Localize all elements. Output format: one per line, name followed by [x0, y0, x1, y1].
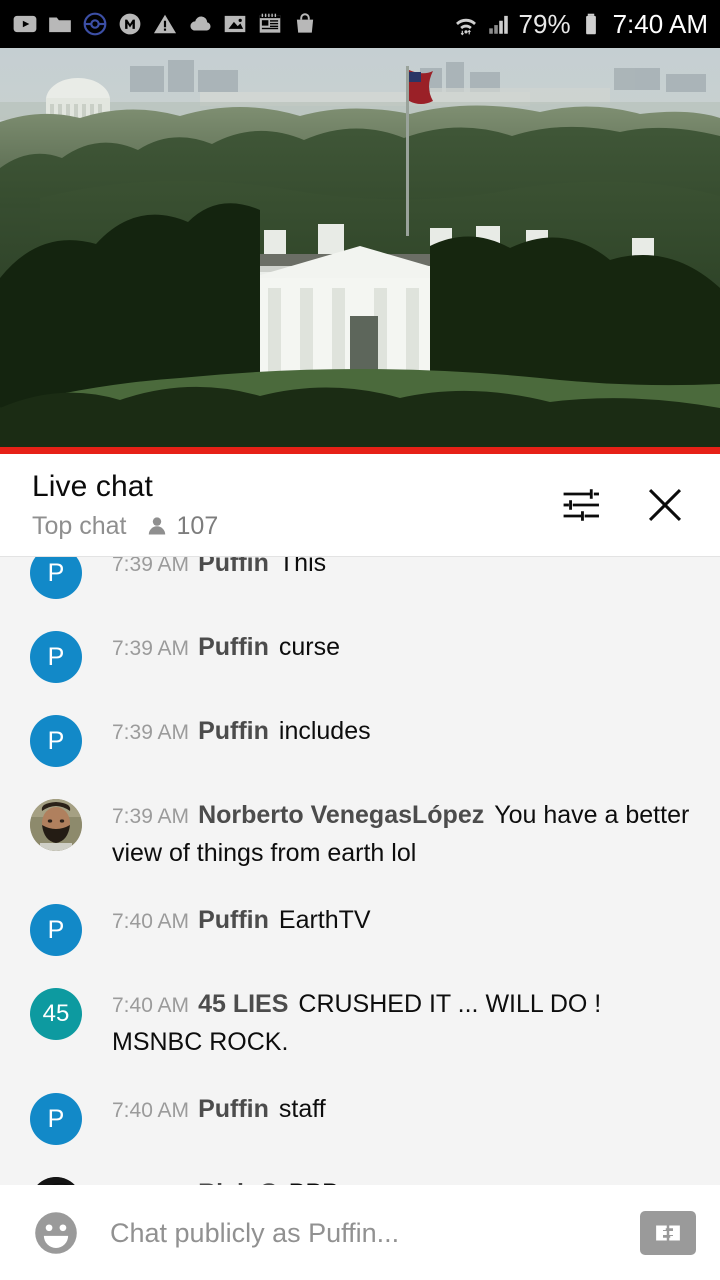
avatar[interactable]: P [30, 631, 82, 683]
message-text: staff [278, 1095, 326, 1123]
message-timestamp: 7:39 AM [112, 721, 190, 744]
avatar-wrap [0, 795, 112, 851]
message-author[interactable]: 45 LIES [198, 990, 288, 1018]
clock-label: 7:40 AM [612, 8, 708, 39]
cloud-icon [190, 16, 211, 31]
message-body: 7:40 AM 45 LIES CRUSHED IT ... WILL DO ! M… [112, 984, 700, 1061]
message-timestamp: 7:39 AM [112, 805, 190, 828]
folder-icon [49, 17, 71, 33]
chat-message-row[interactable]: 45 7:40 AM 45 LIES CRUSHED IT ... WILL DO !… [0, 970, 720, 1075]
message-container: P 7:39 AM Puffin This P 7:39 AM Puffin curse P 7:… [0, 556, 720, 1185]
message-timestamp: 7:39 AM [112, 637, 190, 660]
avatar-wrap: P [0, 711, 112, 767]
chat-message-row[interactable]: P 7:40 AM Puffin EarthTV [0, 886, 720, 970]
person-icon [148, 517, 165, 535]
dollar-bill-icon [656, 1223, 680, 1243]
message-body: 7:40 AMRich GPPP [112, 1173, 700, 1185]
message-author[interactable]: Norberto VenegasLópez [198, 801, 484, 829]
avatar-wrap: P [0, 1089, 112, 1145]
message-author[interactable]: Puffin [198, 906, 269, 934]
live-chat-subtitle[interactable]: Top chat 107 [32, 511, 558, 541]
video-progress-bar[interactable] [0, 447, 720, 454]
message-timestamp: 7:40 AM [112, 910, 190, 933]
live-chat-header-actions [558, 482, 698, 528]
viewer-count-label: 107 [176, 512, 219, 540]
youtube-play-icon [13, 15, 37, 33]
avatar[interactable] [30, 799, 82, 851]
close-icon [648, 488, 682, 522]
message-timestamp: 7:40 AM [112, 994, 190, 1017]
message-timestamp: 7:39 AM [112, 556, 190, 576]
chat-message-row[interactable]: P 7:39 AM Puffin curse [0, 613, 720, 697]
chat-message-input[interactable] [86, 1217, 640, 1249]
message-text: includes [278, 717, 371, 745]
chat-message-row[interactable]: P 7:39 AM Puffin This [0, 556, 720, 613]
message-text: This [278, 556, 327, 577]
live-chat-message-list[interactable]: P 7:39 AM Puffin This P 7:39 AM Puffin curse P 7:… [0, 556, 720, 1185]
message-body: 7:39 AM Puffin includes [112, 711, 700, 751]
emoji-picker-button[interactable] [26, 1203, 86, 1263]
avatar[interactable]: 45 [30, 988, 82, 1040]
message-body: 7:40 AM Puffin staff [112, 1089, 700, 1129]
chat-input-bar [0, 1185, 720, 1280]
video-progress-fill [0, 447, 720, 454]
status-bar-notification-icons [12, 11, 453, 37]
pokeball-icon [83, 12, 107, 36]
cellular-signal-icon [488, 15, 508, 34]
message-body: 7:39 AM Norberto VenegasLópez You have a b… [112, 795, 700, 872]
super-chat-button[interactable] [640, 1211, 696, 1255]
chat-message-row[interactable]: P 7:40 AM Puffin staff [0, 1075, 720, 1159]
shopping-bag-icon [296, 13, 314, 33]
video-player[interactable] [0, 48, 720, 447]
live-chat-title: Live chat [32, 470, 153, 503]
battery-icon [585, 13, 596, 35]
youtube-live-chat-screen: 79% 7:40 AM Live chat Top chat 107 P 7:3… [0, 0, 720, 1280]
wifi-data-transfer-icon [455, 18, 476, 36]
warning-triangle-icon [153, 14, 177, 34]
chat-message-row[interactable]: 7:39 AM Norberto VenegasLópez You have a b… [0, 781, 720, 886]
news-app-icon [259, 13, 281, 33]
avatar[interactable]: P [30, 1093, 82, 1145]
avatar-wrap [0, 1173, 112, 1185]
status-bar: 79% 7:40 AM [0, 0, 720, 48]
live-chat-header: Live chat Top chat 107 [0, 454, 720, 556]
chat-mode-label[interactable]: Top chat [32, 511, 127, 541]
avatar[interactable]: P [30, 557, 82, 599]
avatar[interactable]: P [30, 715, 82, 767]
m-badge-icon [119, 13, 141, 35]
sliders-icon [563, 489, 599, 521]
avatar[interactable]: P [30, 904, 82, 956]
live-chat-titles: Live chat Top chat 107 [32, 469, 558, 541]
avatar-photo [30, 799, 82, 851]
avatar-wrap: P [0, 900, 112, 956]
message-body: 7:40 AM Puffin EarthTV [112, 900, 700, 940]
battery-percent-label: 79% [518, 8, 571, 39]
message-author[interactable]: Puffin [198, 1095, 269, 1123]
message-author[interactable]: Puffin [198, 633, 269, 661]
message-body: 7:39 AM Puffin curse [112, 627, 700, 667]
close-chat-button[interactable] [642, 482, 688, 528]
status-bar-system-icons: 79% 7:40 AM [453, 9, 708, 40]
avatar-wrap: 45 [0, 984, 112, 1040]
avatar-wrap: P [0, 557, 112, 599]
message-text: curse [278, 633, 341, 661]
avatar[interactable] [30, 1177, 82, 1185]
avatar-wrap: P [0, 627, 112, 683]
white-house-live-frame [0, 48, 720, 447]
chat-message-row[interactable]: P 7:39 AM Puffin includes [0, 697, 720, 781]
message-text: EarthTV [278, 906, 371, 934]
message-author[interactable]: Puffin [198, 557, 269, 577]
message-author[interactable]: Puffin [198, 717, 269, 745]
avatar-photo [30, 1177, 82, 1185]
photo-icon [224, 15, 246, 33]
message-body: 7:39 AM Puffin This [112, 556, 700, 583]
message-timestamp: 7:40 AM [112, 1099, 190, 1122]
emoji-smiley-icon [35, 1212, 77, 1254]
chat-message-row[interactable]: 7:40 AMRich GPPP [0, 1159, 720, 1185]
chat-settings-button[interactable] [558, 482, 604, 528]
